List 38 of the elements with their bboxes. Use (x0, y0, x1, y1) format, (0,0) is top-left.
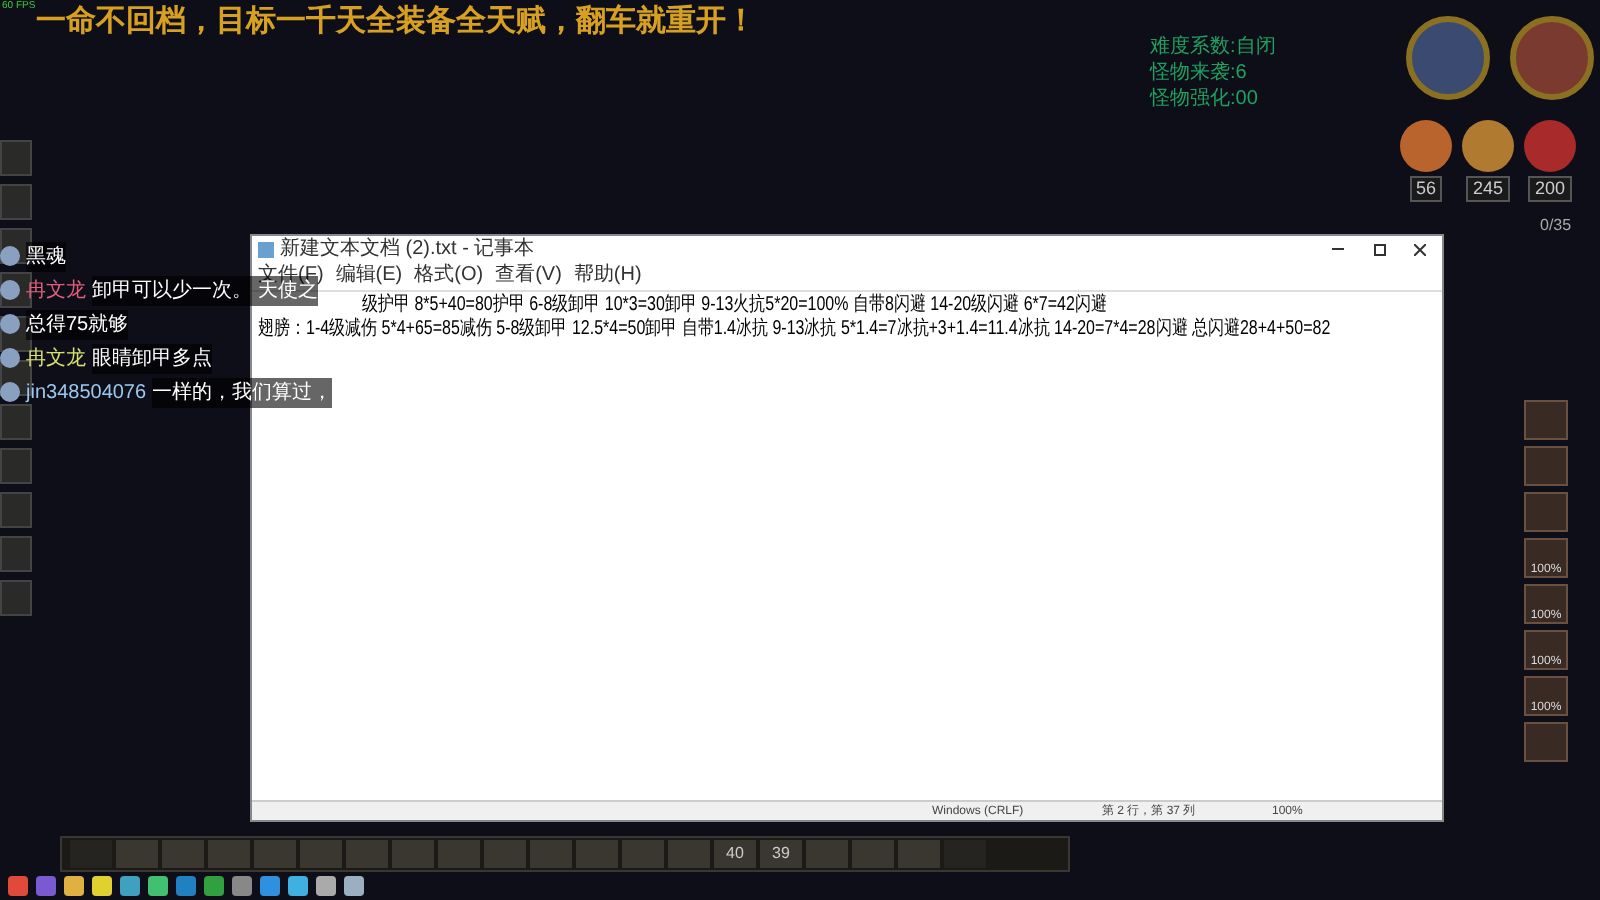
text-line: 翅膀：1-4级减伤 5*4+65=85减伤 5-8级卸甲 12.5*4=50卸甲 自带1.4冰抗 9-13冰抗 5*1.4=7冰抗+3+1.4=11.4冰抗 14-20=7*4=28闪避 总闪避28+4+50=82 (258, 318, 1331, 342)
minimize-icon[interactable] (1332, 248, 1344, 250)
chat-message: 黑魂 (26, 241, 66, 271)
hotbar-slot[interactable] (484, 840, 526, 868)
banner-title: 一命不回档，目标一千天全装备全天赋，翻车就重开！ (36, 2, 756, 42)
chat-message: 总得75就够 (26, 309, 129, 339)
naughtiness-value: 0/35 (1540, 214, 1572, 238)
chat-username: 冉文龙 (26, 345, 86, 373)
stat-value: 56 (1409, 176, 1442, 202)
hotbar-slot[interactable] (622, 840, 664, 868)
game-stat: 怪物强化:00 (1150, 88, 1260, 112)
maximize-icon[interactable] (1374, 243, 1386, 255)
hotbar-slot[interactable] (806, 840, 848, 868)
menu-item[interactable]: 格式(O) (414, 266, 484, 286)
hotbar-slot[interactable] (852, 840, 894, 868)
game-stat: 怪物来袭:6 (1150, 62, 1249, 86)
hotbar-slot[interactable] (530, 840, 572, 868)
hotbar-slot[interactable]: 40 (714, 840, 756, 868)
close-icon[interactable] (1414, 243, 1426, 255)
hotbar-slot[interactable] (944, 840, 986, 868)
game-stat: 难度系数:自闭 (1150, 36, 1276, 60)
hotbar-slot[interactable] (668, 840, 710, 868)
hotbar-slot[interactable] (898, 840, 940, 868)
stat-value: 245 (1466, 176, 1510, 202)
menu-item[interactable]: 查看(V) (495, 266, 562, 286)
stat-value: 200 (1528, 176, 1572, 202)
hotbar-slot[interactable] (392, 840, 434, 868)
notepad-icon (258, 241, 274, 257)
chat-username: 冉文龙 (26, 277, 86, 305)
hotbar-slot[interactable]: 39 (760, 840, 802, 868)
menu-item[interactable]: 帮助(H) (573, 266, 642, 286)
hotbar-slot[interactable] (438, 840, 480, 868)
text-line: 级护甲 8*5+40=80护甲 6-8级卸甲 10*3=30卸甲 9-13火抗5*20=100% 自带8闪避 14-20级闪避 6*7=42闪避 (362, 294, 1107, 317)
chat-message: 眼睛卸甲多点 (92, 343, 212, 373)
window-title: 新建文本文档 (2).txt - 记事本 (280, 239, 535, 259)
menu-item[interactable]: 编辑(E) (335, 266, 403, 286)
chat-username: jin348504076 (26, 379, 147, 407)
hotbar-slot[interactable] (576, 840, 618, 868)
